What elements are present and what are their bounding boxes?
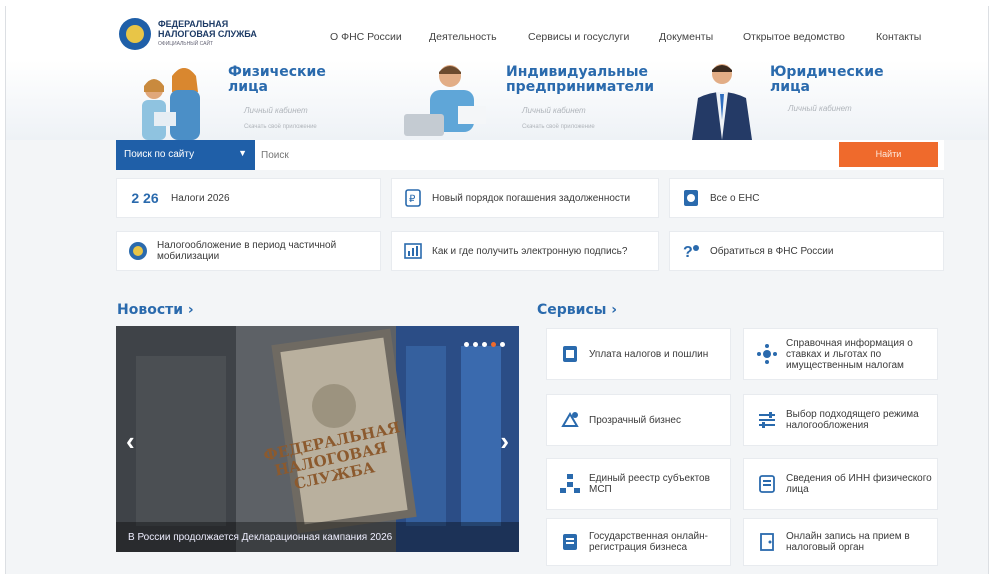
segment-entrepreneurs-title[interactable]: Индивидуальные предприниматели bbox=[506, 65, 654, 95]
tile-electronic-signature[interactable]: Как и где получить электронную подпись? bbox=[391, 231, 659, 271]
entrepreneur-illustration-icon bbox=[404, 65, 486, 136]
site-search-bar: Поиск по сайту ▼ Найти bbox=[116, 140, 944, 170]
service-label: Сведения об ИНН физического лица bbox=[786, 473, 932, 495]
segment-legal-entities-title[interactable]: Юридические лица bbox=[770, 65, 884, 95]
service-label: Справочная информация о ставках и льгота… bbox=[786, 337, 913, 371]
service-tax-payment[interactable]: Уплата налогов и пошлин bbox=[546, 328, 731, 380]
search-scope-select[interactable]: Поиск по сайту ▼ bbox=[116, 140, 255, 170]
tile-label: Как и где получить электронную подпись? bbox=[432, 245, 628, 257]
signature-chart-icon bbox=[402, 240, 424, 262]
segment-title-line: предприниматели bbox=[506, 79, 655, 95]
nav-about[interactable]: О ФНС России bbox=[330, 31, 402, 43]
tile-mobilization-taxation[interactable]: Налогообложение в период частичной мобил… bbox=[116, 231, 381, 271]
logo-line-2: НАЛОГОВАЯ СЛУЖБА bbox=[158, 29, 257, 39]
fns-emblem-icon[interactable] bbox=[119, 18, 151, 50]
slider-dot-active[interactable] bbox=[491, 342, 496, 347]
service-transparent-business[interactable]: Прозрачный бизнес bbox=[546, 394, 731, 446]
segment-title-line: лица bbox=[770, 79, 810, 95]
service-label: Выбор подходящего режима налогообложения bbox=[786, 409, 919, 431]
slider-dot[interactable] bbox=[464, 342, 469, 347]
svg-text:₽: ₽ bbox=[409, 194, 416, 205]
service-label: Онлайн запись на прием в налоговый орган bbox=[786, 531, 910, 553]
year-2026-badge-icon: 2 26 bbox=[131, 189, 159, 206]
debt-document-icon: ₽ bbox=[402, 187, 424, 209]
logo-subtitle: ОФИЦИАЛЬНЫЙ САЙТ bbox=[158, 41, 214, 47]
site-logo[interactable]: ФЕДЕРАЛЬНАЯ НАЛОГОВАЯ СЛУЖБА ОФИЦИАЛЬНЫЙ… bbox=[158, 19, 257, 49]
appointment-door-icon bbox=[756, 531, 778, 553]
check-flag-icon bbox=[559, 409, 581, 431]
search-input[interactable] bbox=[261, 145, 821, 165]
tile-ens[interactable]: Все о ЕНС bbox=[669, 178, 944, 218]
ens-wallet-icon bbox=[680, 187, 702, 209]
businessman-illustration-icon bbox=[692, 64, 752, 140]
chevron-down-icon: ▼ bbox=[238, 148, 247, 158]
service-label: Единый реестр субъектов МСП bbox=[589, 473, 710, 495]
tile-label: Налоги 2026 bbox=[171, 192, 230, 204]
payment-card-icon bbox=[559, 343, 581, 365]
legal-entities-cabinet-link[interactable]: Личный кабинет bbox=[788, 104, 852, 113]
search-scope-label: Поиск по сайту bbox=[124, 149, 195, 160]
info-dots-icon bbox=[756, 343, 778, 365]
site-header: ФЕДЕРАЛЬНАЯ НАЛОГОВАЯ СЛУЖБА ОФИЦИАЛЬНЫЙ… bbox=[6, 6, 988, 60]
nav-contacts[interactable]: Контакты bbox=[876, 31, 921, 43]
segment-title-line: лица bbox=[228, 79, 268, 95]
registration-form-icon bbox=[559, 531, 581, 553]
family-illustration-icon bbox=[142, 68, 200, 140]
question-person-icon: ? bbox=[680, 240, 702, 262]
slider-dot[interactable] bbox=[473, 342, 478, 347]
page: ФЕДЕРАЛЬНАЯ НАЛОГОВАЯ СЛУЖБА ОФИЦИАЛЬНЫЙ… bbox=[5, 6, 989, 574]
nav-open-agency[interactable]: Открытое ведомство bbox=[743, 31, 845, 43]
slider-pagination[interactable] bbox=[464, 342, 505, 347]
news-section-title[interactable]: Новости › bbox=[117, 302, 194, 318]
service-appointment-booking[interactable]: Онлайн запись на прием в налоговый орган bbox=[743, 518, 938, 566]
entrepreneurs-app-link[interactable]: Скачать своё приложение bbox=[522, 124, 595, 130]
tile-label: Обратиться в ФНС России bbox=[710, 245, 834, 257]
news-slider[interactable]: ФЕДЕРАЛЬНАЯ НАЛОГОВАЯ СЛУЖБА ‹ › В Росси… bbox=[116, 326, 519, 552]
slider-dot[interactable] bbox=[500, 342, 505, 347]
service-tax-regime-choice[interactable]: Выбор подходящего режима налогообложения bbox=[743, 394, 938, 446]
service-online-registration[interactable]: Государственная онлайн-регистрация бизне… bbox=[546, 518, 731, 566]
segment-title-line: Физические bbox=[228, 64, 326, 80]
nav-documents[interactable]: Документы bbox=[659, 31, 713, 43]
slider-dot[interactable] bbox=[482, 342, 487, 347]
nav-activity[interactable]: Деятельность bbox=[429, 31, 497, 43]
entrepreneurs-cabinet-link[interactable]: Личный кабинет bbox=[522, 106, 586, 115]
service-label: Государственная онлайн-регистрация бизне… bbox=[589, 531, 708, 553]
service-inn-info[interactable]: Сведения об ИНН физического лица bbox=[743, 458, 938, 510]
nav-services[interactable]: Сервисы и госуслуги bbox=[528, 31, 629, 43]
tile-label: Налогообложение в период частичной мобил… bbox=[157, 240, 337, 262]
service-sme-registry[interactable]: Единый реестр субъектов МСП bbox=[546, 458, 731, 510]
search-button[interactable]: Найти bbox=[839, 142, 938, 167]
services-section-title[interactable]: Сервисы › bbox=[537, 302, 617, 318]
tile-debt-repayment[interactable]: ₽ Новый порядок погашения задолженности bbox=[391, 178, 659, 218]
slider-next-arrow-icon[interactable]: › bbox=[500, 426, 509, 457]
svg-text:?: ? bbox=[683, 244, 693, 261]
logo-line-1: ФЕДЕРАЛЬНАЯ bbox=[158, 19, 229, 29]
sliders-icon bbox=[756, 409, 778, 431]
tile-contact-fns[interactable]: ? Обратиться в ФНС России bbox=[669, 231, 944, 271]
service-property-tax-info[interactable]: Справочная информация о ставках и льгота… bbox=[743, 328, 938, 380]
segment-title-line: Индивидуальные bbox=[506, 64, 648, 80]
document-icon bbox=[756, 473, 778, 495]
tile-label: Все о ЕНС bbox=[710, 192, 760, 204]
taxpayer-segments: Физические лица Личный кабинет Скачать с… bbox=[6, 60, 988, 140]
news-caption[interactable]: В России продолжается Декларационная кам… bbox=[116, 522, 519, 552]
tile-label: Новый порядок погашения задолженности bbox=[432, 192, 631, 204]
tile-taxes-2026[interactable]: 2 26 Налоги 2026 bbox=[116, 178, 381, 218]
service-label: Уплата налогов и пошлин bbox=[589, 348, 709, 360]
segment-individuals-title[interactable]: Физические лица bbox=[228, 65, 326, 95]
segment-title-line: Юридические bbox=[770, 64, 884, 80]
registry-network-icon bbox=[559, 473, 581, 495]
slider-prev-arrow-icon[interactable]: ‹ bbox=[126, 426, 135, 457]
service-label: Прозрачный бизнес bbox=[589, 414, 681, 426]
fns-emblem-small-icon bbox=[127, 240, 149, 262]
individuals-cabinet-link[interactable]: Личный кабинет bbox=[244, 106, 308, 115]
individuals-app-link[interactable]: Скачать своё приложение bbox=[244, 124, 317, 130]
